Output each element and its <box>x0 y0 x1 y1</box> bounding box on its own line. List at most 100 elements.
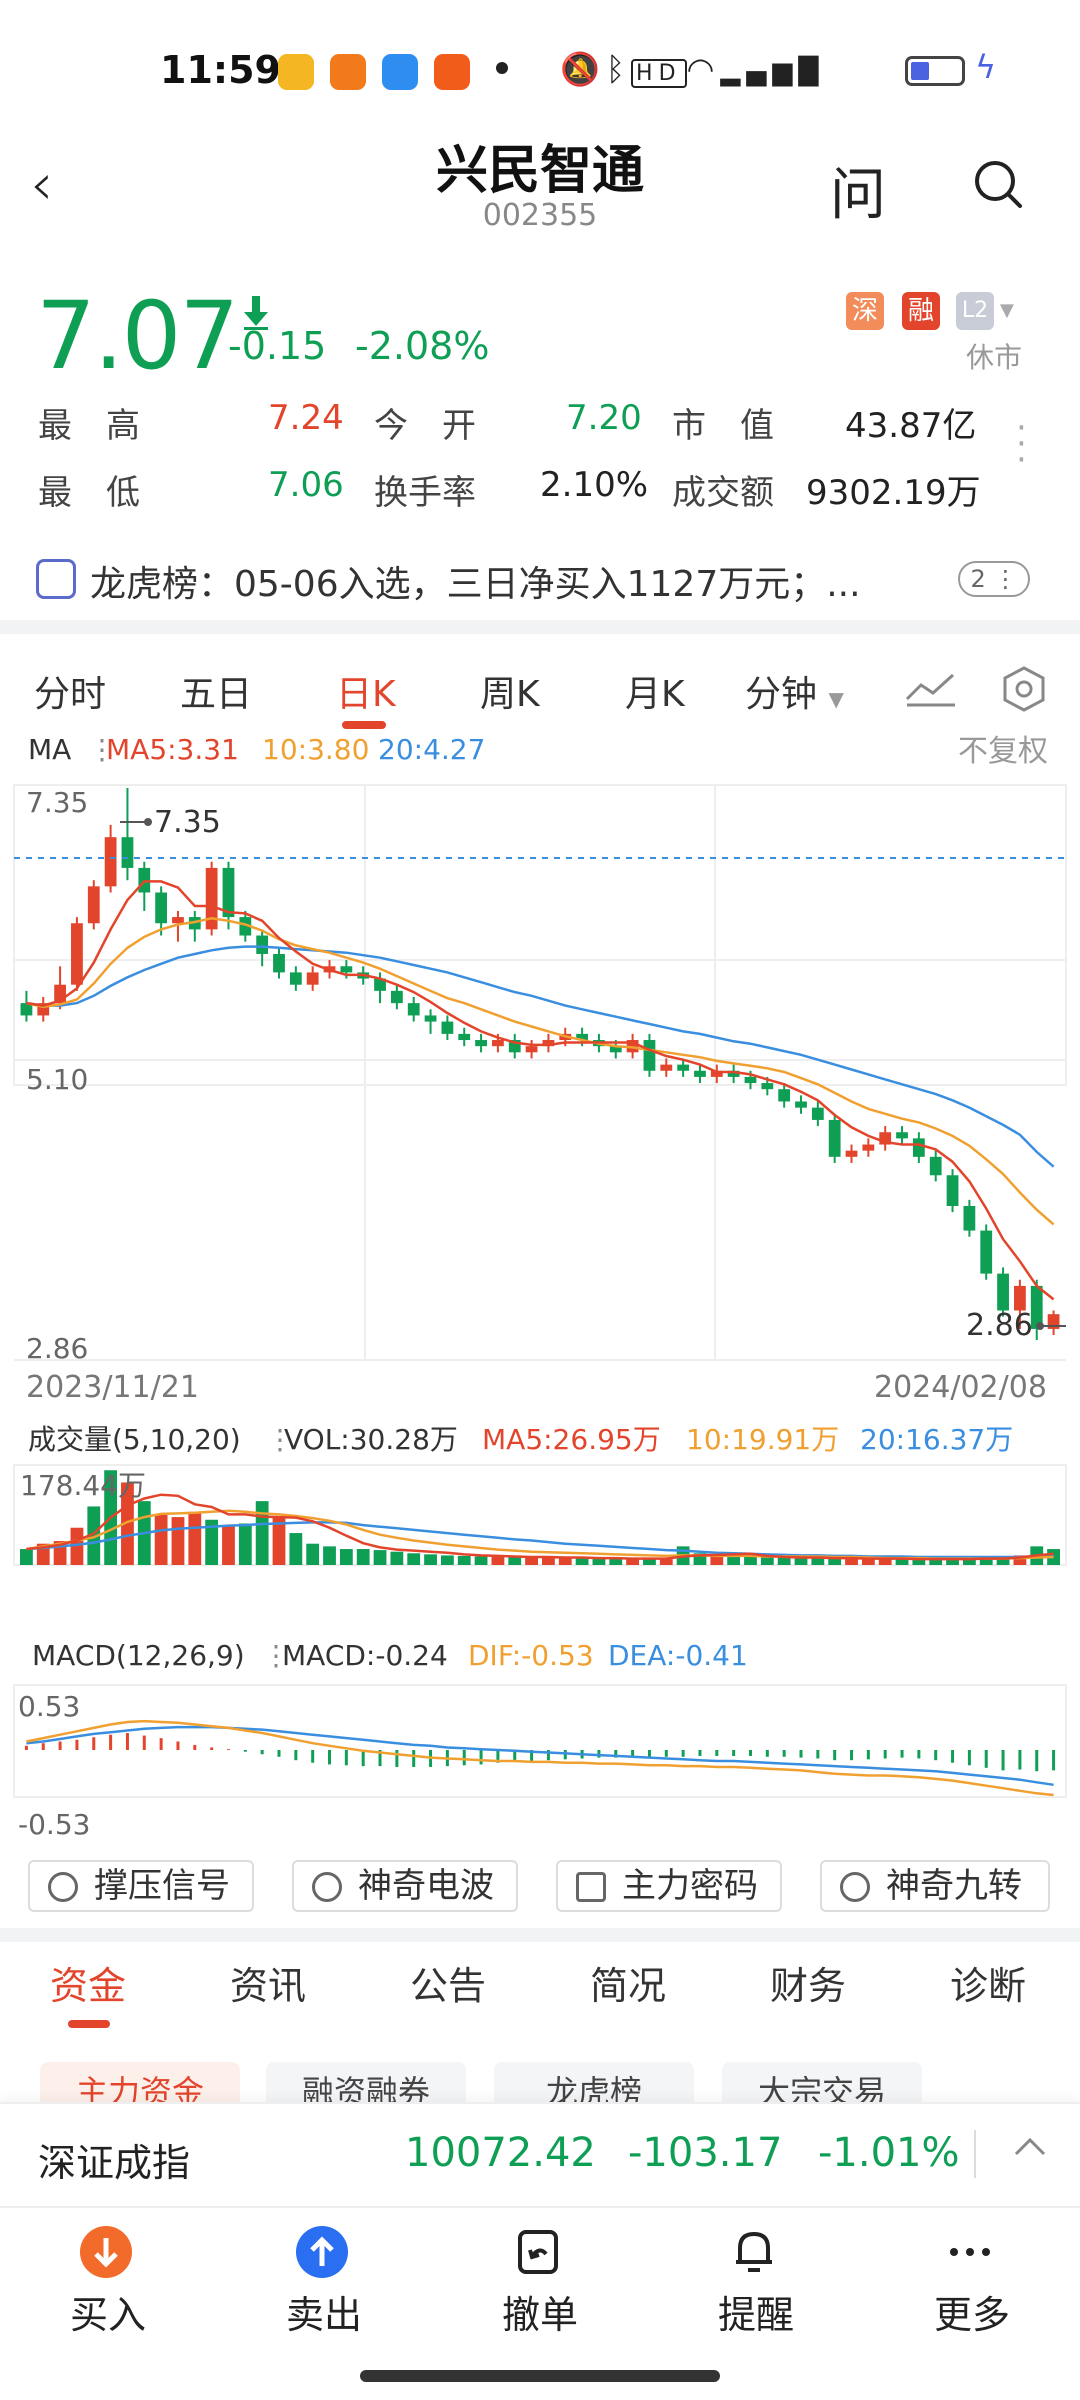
message-icon <box>382 54 418 90</box>
ma20-legend: 20:4.27 <box>378 733 485 766</box>
cancel-order-label: 撤单 <box>501 2293 578 2337</box>
candle-body <box>929 1156 942 1176</box>
main-force-code-button[interactable]: 主力密码 <box>556 1860 782 1912</box>
open-label: 今 开 <box>374 406 476 446</box>
status-bar: 11:59 🔕ᛒ HD ◠▂▄▆█ ϟ <box>0 0 1080 140</box>
high-label: 最 高 <box>38 406 140 446</box>
adjust-mode-label[interactable]: 不复权 <box>958 734 1048 769</box>
turnover-value: 2.10% <box>540 465 649 505</box>
tab-news[interactable]: 资讯 <box>230 1955 306 2010</box>
tab-financials[interactable]: 财务 <box>770 1955 846 2010</box>
check-circle-icon <box>840 1872 870 1902</box>
candle-body <box>778 1089 791 1102</box>
dif-legend: DIF:-0.53 <box>468 1639 594 1672</box>
mcap-value: 43.87亿 <box>845 406 977 446</box>
tab-weekly-k[interactable]: 周K <box>480 665 540 717</box>
tool-label: 神奇九转 <box>886 1866 1022 1906</box>
candle-body <box>980 1230 993 1274</box>
tab-intraday[interactable]: 分时 <box>34 665 106 717</box>
volume-bar <box>289 1533 303 1565</box>
current-price: 7.07 <box>36 282 239 391</box>
candle-body <box>155 892 168 924</box>
dragon-tiger-count-badge[interactable]: 2 ⋮ <box>958 561 1030 597</box>
candle-body <box>896 1132 908 1139</box>
low-value: 7.06 <box>268 465 344 505</box>
volume-bar <box>777 1557 791 1565</box>
tab-announcements[interactable]: 公告 <box>410 1955 486 2010</box>
kline-chart[interactable]: MA ⋮ MA5:3.31 10:3.80 20:4.27 不复权 7.35 5… <box>0 730 1080 1840</box>
chart-line-icon <box>36 559 76 599</box>
magic-nine-turn-button[interactable]: 神奇九转 <box>820 1860 1050 1912</box>
volume-bar <box>323 1546 336 1565</box>
lock-icon <box>576 1872 606 1902</box>
volume-bar <box>238 1523 252 1565</box>
settings-icon[interactable] <box>1000 665 1048 713</box>
more-horizontal-icon <box>950 2248 990 2256</box>
magic-wave-button[interactable]: 神奇电波 <box>292 1860 518 1912</box>
volume-bar <box>508 1557 522 1565</box>
candle-body <box>761 1083 774 1090</box>
tab-minute[interactable]: 分钟 ▼ <box>745 665 844 717</box>
volume-layer <box>20 1470 1060 1565</box>
volume-bar <box>744 1557 757 1565</box>
volume-bar <box>878 1559 892 1565</box>
tab-five-day[interactable]: 五日 <box>180 665 252 717</box>
candle-body <box>475 1040 487 1047</box>
search-icon[interactable] <box>972 158 1024 210</box>
tab-funds[interactable]: 资金 <box>50 1955 126 2010</box>
candle-body <box>744 1076 757 1084</box>
price-change-pct: -2.08% <box>355 324 490 368</box>
stock-name: 兴民智通 <box>435 141 644 201</box>
more-notifications-dot <box>496 62 508 74</box>
sell-arrow-icon <box>296 2226 348 2278</box>
sz-market-badge: 深 <box>846 292 884 330</box>
volume-bar <box>794 1558 808 1565</box>
tab-profile[interactable]: 简况 <box>590 1955 666 2010</box>
candle-body <box>71 923 83 985</box>
chart-style-icon[interactable] <box>905 669 957 709</box>
volume-bar <box>811 1558 825 1565</box>
volume-bar <box>390 1551 404 1565</box>
buy-button[interactable]: 买入 <box>18 2208 198 2358</box>
index-ticker-bar[interactable]: 深证成指 10072.42 -103.17 -1.01% <box>0 2102 1080 2206</box>
tab-monthly-k[interactable]: 月K <box>625 665 685 717</box>
low-marker-label: 2.86 <box>966 1308 1033 1343</box>
y-tick-label: 5.10 <box>26 1063 88 1096</box>
more-button[interactable]: 更多 <box>882 2208 1062 2358</box>
tab-daily-k[interactable]: 日K <box>336 665 396 717</box>
battery-icon <box>905 56 965 86</box>
sell-button[interactable]: 卖出 <box>234 2208 414 2358</box>
low-label: 最 低 <box>38 473 140 513</box>
candle-body <box>1014 1285 1026 1311</box>
cancel-order-button[interactable]: 撤单 <box>450 2208 630 2358</box>
volume-value-legend: VOL:30.28万 <box>284 1423 458 1456</box>
candle-body <box>306 972 319 985</box>
alert-button[interactable]: 提醒 <box>666 2208 846 2358</box>
y-tick-label: 7.35 <box>26 786 88 819</box>
wave-icon <box>312 1872 342 1902</box>
volume-bar <box>727 1556 741 1565</box>
candle-body <box>87 886 100 924</box>
candle-body <box>492 1040 504 1047</box>
l2-badge[interactable]: L2 <box>956 292 994 330</box>
candle-body <box>862 1144 875 1151</box>
candle-body <box>256 935 269 954</box>
app-notification-icon <box>330 54 366 90</box>
volume-bar <box>828 1558 842 1565</box>
hd-icon: HD <box>631 59 687 88</box>
ma5-legend: MA5:3.31 <box>106 733 239 766</box>
l2-dropdown-icon[interactable]: ▼ <box>1000 300 1014 321</box>
high-marker-dot <box>144 818 152 826</box>
support-resistance-signal-button[interactable]: 撑压信号 <box>28 1860 254 1912</box>
more-vertical-icon[interactable]: · · · <box>1016 411 1027 477</box>
x-end-label: 2024/02/08 <box>874 1370 1047 1405</box>
ask-button[interactable]: 问 <box>830 150 886 231</box>
chevron-up-icon[interactable] <box>1010 2126 1050 2166</box>
dragon-tiger-row[interactable]: 龙虎榜：05-06入选，三日净买入1127万元；... 2 ⋮ <box>0 545 1080 623</box>
index-change-pct: -1.01% <box>818 2130 960 2176</box>
more-label: 更多 <box>933 2293 1010 2337</box>
volume-bar <box>558 1558 572 1565</box>
tab-diagnosis[interactable]: 诊断 <box>950 1955 1026 2010</box>
tool-label: 撑压信号 <box>94 1866 230 1906</box>
home-indicator <box>360 2370 720 2382</box>
